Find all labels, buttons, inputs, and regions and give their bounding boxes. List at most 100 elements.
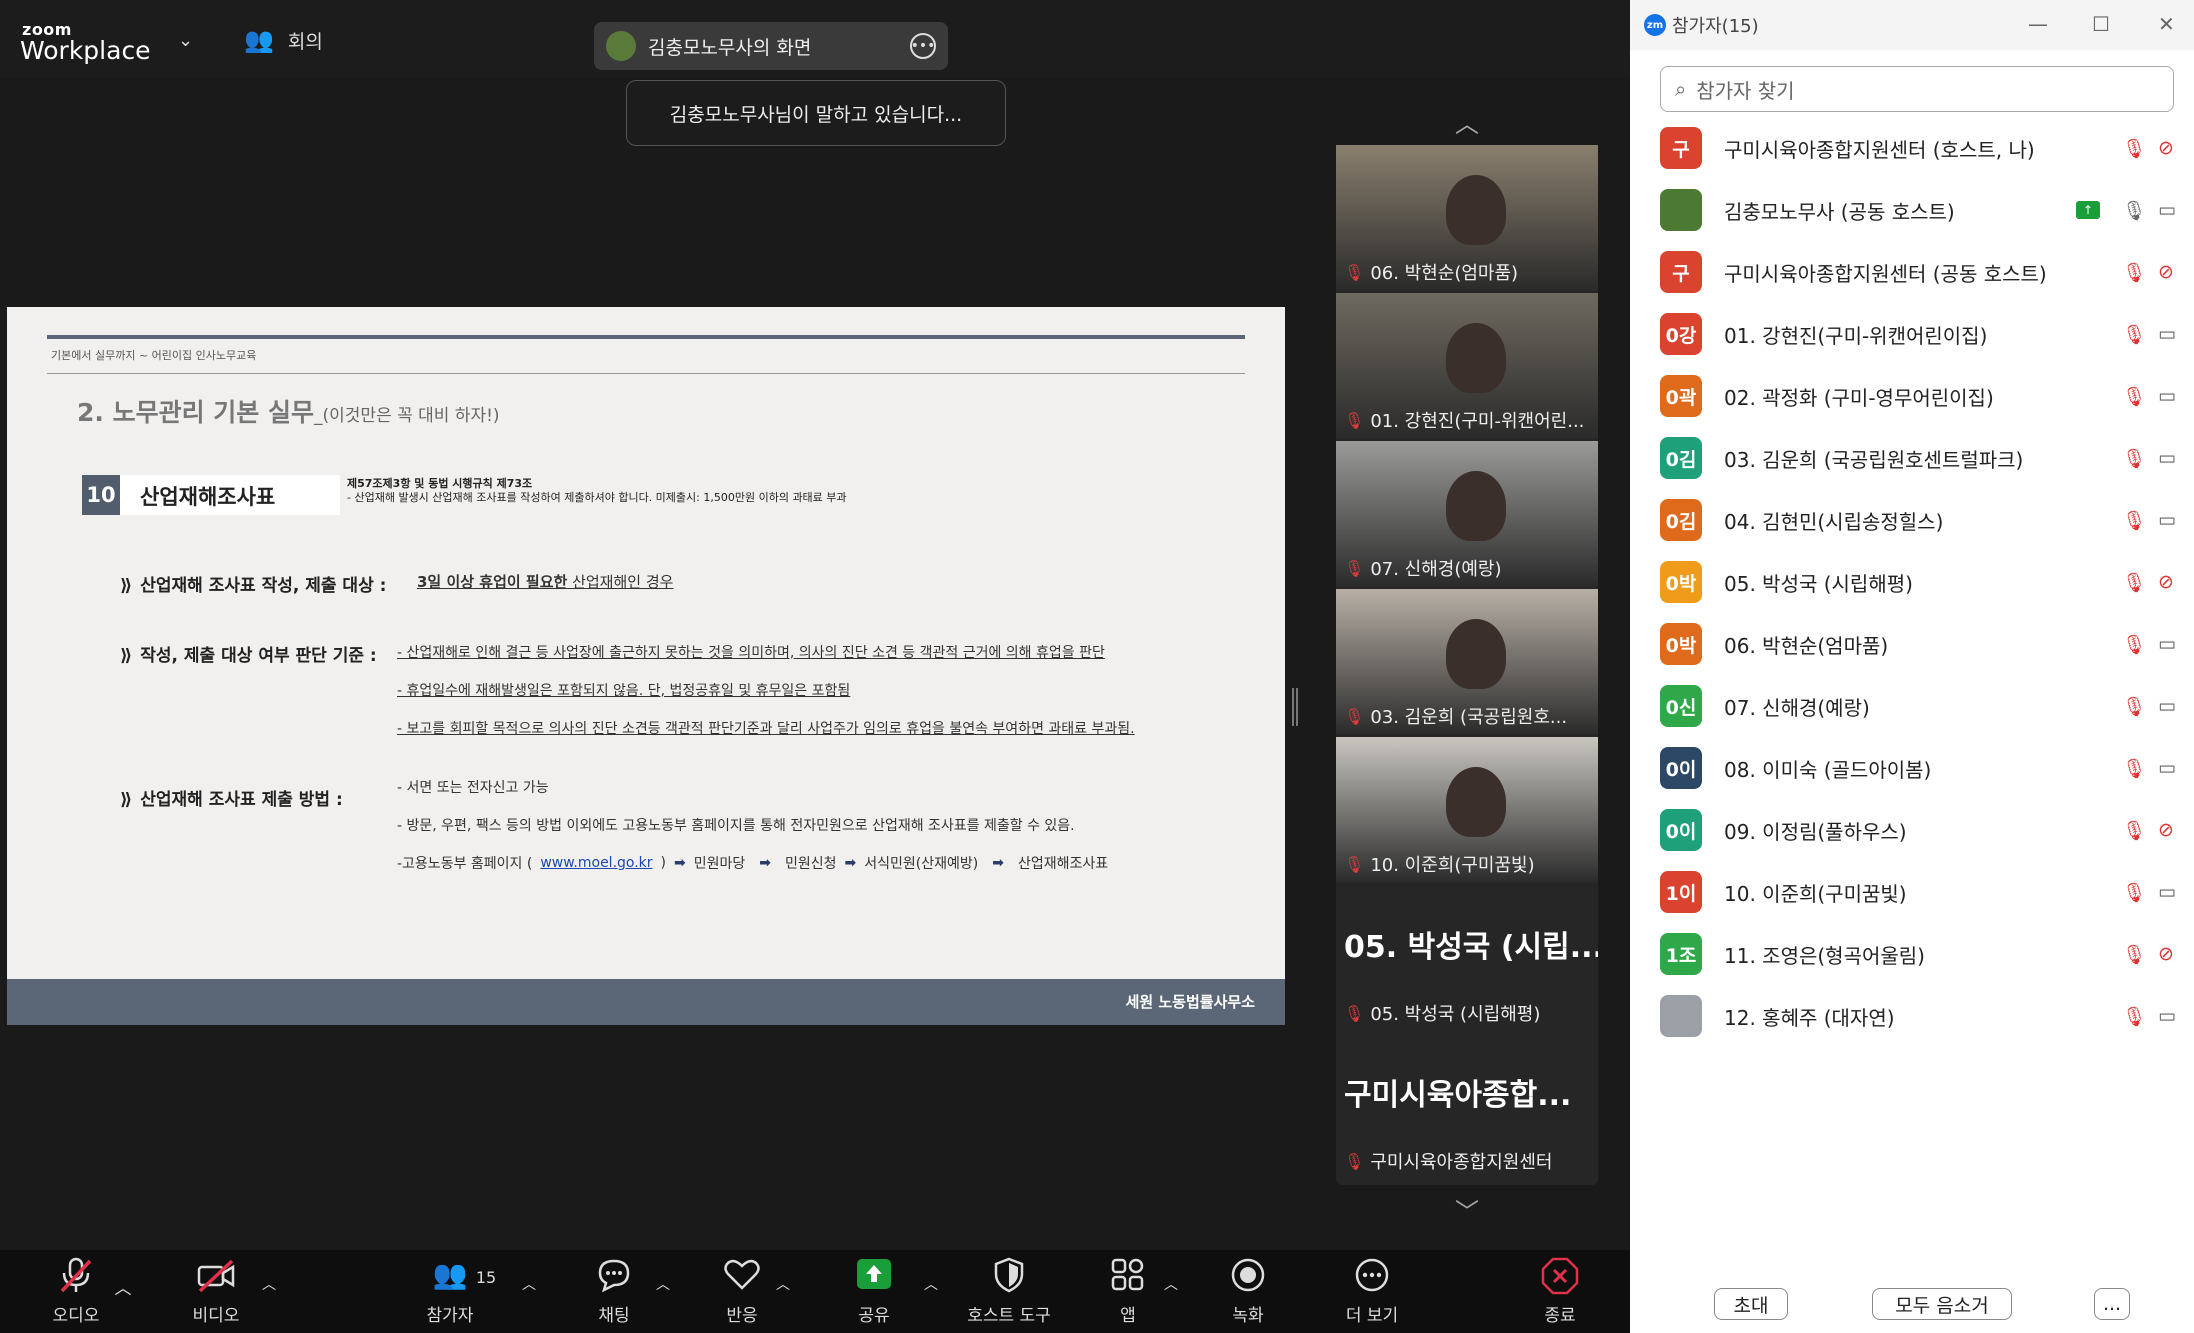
chevron-down-icon[interactable]: ⌄ <box>178 30 193 51</box>
participant-row[interactable]: 12. 홍혜주 (대자연) 🎙 ▭ <box>1660 992 2180 1040</box>
camera-icon[interactable]: ▭ <box>2158 1005 2176 1027</box>
video-tile[interactable]: 🎙 01. 강현진(구미-위캔어린... <box>1336 293 1598 439</box>
video-tile[interactable]: 🎙 03. 김운희 (국공립원호... <box>1336 589 1598 735</box>
participants-button[interactable]: 👥 참가자 <box>420 1250 480 1333</box>
mic-muted-icon[interactable]: 🎙 <box>2122 261 2146 284</box>
record-button[interactable]: 녹화 <box>1218 1250 1278 1333</box>
camera-icon[interactable]: ▭ <box>2158 323 2176 345</box>
participant-search-input[interactable]: ⌕ 참가자 찾기 <box>1660 66 2174 112</box>
camera-icon[interactable]: ▭ <box>2158 757 2176 779</box>
camera-off-icon[interactable]: ⊘ <box>2158 571 2174 593</box>
search-icon: ⌕ <box>1675 77 1687 101</box>
video-tile[interactable]: 🎙 10. 이준희(구미꿈빛) <box>1336 737 1598 883</box>
gallery-down-chevron-icon[interactable]: ﹀ <box>1455 1192 1479 1227</box>
more-icon <box>1354 1257 1390 1297</box>
participant-row[interactable]: 0김 04. 김현민(시립송정힐스) 🎙 ▭ <box>1660 496 2180 544</box>
video-tile[interactable]: 🎙 06. 박현순(엄마품) <box>1336 145 1598 291</box>
participant-row[interactable]: 0강 01. 강현진(구미-위캔어린이집) 🎙 ▭ <box>1660 310 2180 358</box>
participant-avatar: 0김 <box>1660 499 1702 541</box>
participant-row[interactable]: 0김 03. 김운희 (국공립원호센트럴파크) 🎙 ▭ <box>1660 434 2180 482</box>
participant-row[interactable]: 0박 06. 박현순(엄마품) 🎙 ▭ <box>1660 620 2180 668</box>
chat-icon <box>596 1257 632 1297</box>
apps-button[interactable]: 앱 <box>1098 1250 1158 1333</box>
participant-row[interactable]: 0곽 02. 곽정화 (구미-영무어린이집) 🎙 ▭ <box>1660 372 2180 420</box>
participant-row[interactable]: 0신 07. 신해경(예랑) 🎙 ▭ <box>1660 682 2180 730</box>
slide-divider <box>47 373 1245 374</box>
participant-name: 02. 곽정화 (구미-영무어린이집) <box>1724 385 1994 410</box>
mic-muted-icon[interactable]: 🎙 <box>2122 943 2146 966</box>
maximize-icon[interactable]: ☐ <box>2092 12 2110 36</box>
video-tile[interactable]: 🎙 07. 신해경(예랑) <box>1336 441 1598 587</box>
participants-options-caret[interactable]: ︿ <box>522 1250 536 1333</box>
mic-muted-icon[interactable]: 🎙 <box>2122 633 2146 656</box>
mute-all-button[interactable]: 모두 음소거 <box>1872 1288 2012 1320</box>
mic-muted-icon[interactable]: 🎙 <box>2122 447 2146 470</box>
mic-muted-icon[interactable]: 🎙 <box>2122 695 2146 718</box>
minimize-icon[interactable]: — <box>2028 12 2048 36</box>
invite-button[interactable]: 초대 <box>1714 1288 1788 1320</box>
participant-avatar: 1조 <box>1660 933 1702 975</box>
mic-muted-icon[interactable]: 🎙 <box>2122 571 2146 594</box>
participant-row[interactable]: 김충모노무사 (공동 호스트) ↑ 🎙 ▭ <box>1660 186 2180 234</box>
gallery-up-chevron-icon[interactable]: ︿ <box>1455 104 1479 139</box>
share-options-caret[interactable]: ︿ <box>924 1250 938 1333</box>
more-button[interactable]: 더 보기 <box>1342 1250 1402 1333</box>
mic-muted-icon: 🎙 <box>1344 1151 1365 1171</box>
mic-muted-icon[interactable]: 🎙 <box>2122 137 2146 160</box>
screen-share-pill[interactable]: 김충모노무사의 화면 ••• <box>594 22 948 70</box>
audio-options-caret[interactable]: ︿ <box>115 1250 132 1333</box>
camera-icon[interactable]: ▭ <box>2158 447 2176 469</box>
close-icon[interactable]: ✕ <box>2158 12 2175 36</box>
camera-off-icon[interactable]: ⊘ <box>2158 819 2174 841</box>
participant-name: 01. 강현진(구미-위캔어린이집) <box>1724 323 1988 348</box>
video-tile[interactable]: 구미시육아종합... 🎙 구미시육아종합지원센터 <box>1336 1034 1598 1180</box>
mic-muted-icon[interactable]: 🎙 <box>2122 881 2146 904</box>
mic-muted-icon[interactable]: 🎙 <box>2122 819 2146 842</box>
apps-options-caret[interactable]: ︿ <box>1164 1250 1178 1333</box>
mic-muted-icon[interactable]: 🎙 <box>2122 757 2146 780</box>
mic-icon[interactable]: 🎙 <box>2122 199 2146 222</box>
camera-off-icon[interactable]: ⊘ <box>2158 137 2174 159</box>
mic-muted-icon[interactable]: 🎙 <box>2122 385 2146 408</box>
participant-row[interactable]: 1조 11. 조영은(형곡어울림) 🎙 ⊘ <box>1660 930 2180 978</box>
camera-icon[interactable]: ▭ <box>2158 385 2176 407</box>
react-options-caret[interactable]: ︿ <box>776 1250 790 1333</box>
react-button[interactable]: 반응 <box>712 1250 772 1333</box>
camera-icon[interactable]: ▭ <box>2158 695 2176 717</box>
camera-icon[interactable]: ▭ <box>2158 509 2176 531</box>
camera-icon[interactable]: ▭ <box>2158 633 2176 655</box>
video-button[interactable]: 비디오 <box>186 1250 246 1333</box>
panel-title: 참가자(15) <box>1672 16 1759 37</box>
video-tile[interactable]: 05. 박성국 (시립... 🎙 05. 박성국 (시립해평) <box>1336 886 1598 1032</box>
participant-row[interactable]: 구 구미시육아종합지원센터 (공동 호스트) 🎙 ⊘ <box>1660 248 2180 296</box>
video-options-caret[interactable]: ︿ <box>262 1250 276 1333</box>
audio-button[interactable]: 오디오 <box>46 1250 106 1333</box>
participant-row[interactable]: 구 구미시육아종합지원센터 (호스트, 나) 🎙 ⊘ <box>1660 124 2180 172</box>
participant-row[interactable]: 1이 10. 이준희(구미꿈빛) 🎙 ▭ <box>1660 868 2180 916</box>
camera-icon[interactable]: ▭ <box>2158 881 2176 903</box>
moel-link[interactable]: www.moel.go.kr <box>540 855 652 871</box>
mic-muted-icon[interactable]: 🎙 <box>2122 1005 2146 1028</box>
chat-options-caret[interactable]: ︿ <box>656 1250 670 1333</box>
mic-muted-icon[interactable]: 🎙 <box>2122 323 2146 346</box>
more-icon[interactable]: ••• <box>910 33 936 59</box>
end-button[interactable]: 종료 <box>1530 1250 1590 1333</box>
split-divider-handle[interactable] <box>1292 688 1298 726</box>
share-button[interactable]: 공유 <box>844 1250 904 1333</box>
host-tools-button[interactable]: 호스트 도구 <box>954 1250 1064 1333</box>
meeting-info-button[interactable]: 👥 회의 <box>244 26 323 54</box>
participant-row[interactable]: 0이 08. 이미숙 (골드아이봄) 🎙 ▭ <box>1660 744 2180 792</box>
camera-icon[interactable]: ▭ <box>2158 199 2176 221</box>
participants-count: 15 <box>475 1268 497 1287</box>
tile-caption-name: 구미시육아종합지원센터 <box>1370 1152 1553 1173</box>
camera-off-icon[interactable]: ⊘ <box>2158 943 2174 965</box>
participant-row[interactable]: 0박 05. 박성국 (시립해평) 🎙 ⊘ <box>1660 558 2180 606</box>
sharer-avatar <box>606 31 636 61</box>
share-label: 공유 <box>858 1306 890 1326</box>
panel-more-button[interactable]: ... <box>2094 1288 2130 1320</box>
participant-name: 06. 박현순(엄마품) <box>1724 633 1889 658</box>
camera-off-icon[interactable]: ⊘ <box>2158 261 2174 283</box>
chat-button[interactable]: 채팅 <box>584 1250 644 1333</box>
mic-muted-icon[interactable]: 🎙 <box>2122 509 2146 532</box>
participant-row[interactable]: 0이 09. 이정림(풀하우스) 🎙 ⊘ <box>1660 806 2180 854</box>
